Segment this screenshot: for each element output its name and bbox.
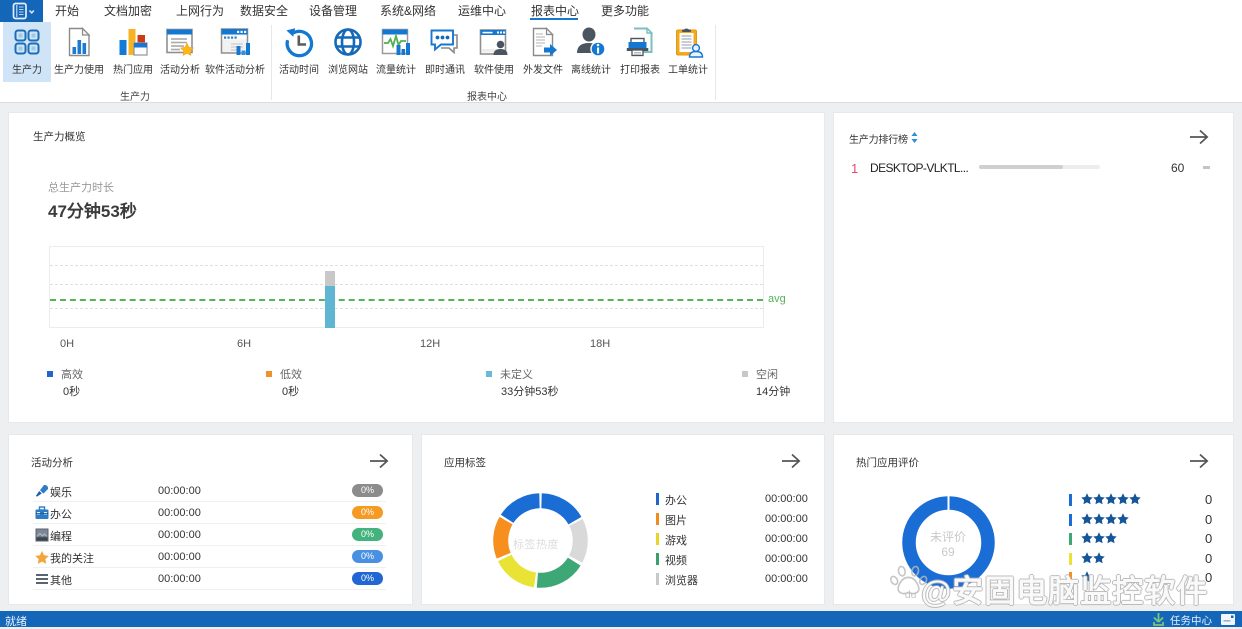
svg-text:du: du (905, 590, 917, 601)
